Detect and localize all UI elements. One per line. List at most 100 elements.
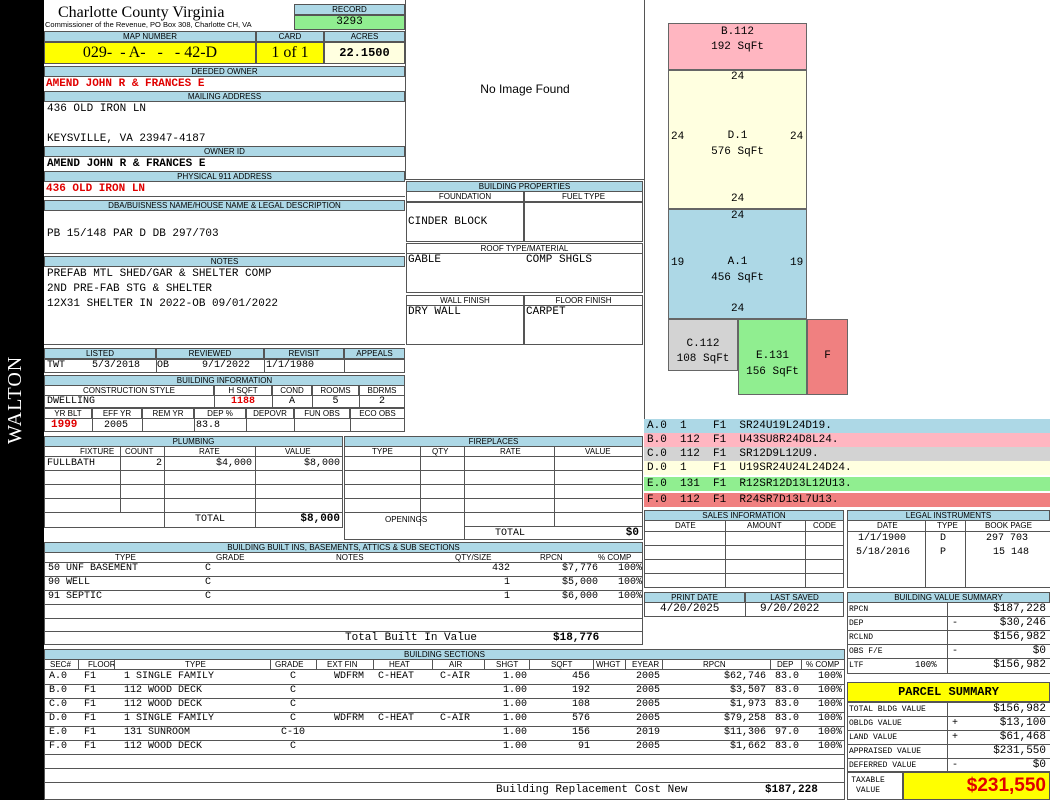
sketch-area-b-id: B.112 — [720, 26, 754, 38]
built-ins-header-grade: GRADE — [216, 553, 245, 562]
value-summary-row-label: DEP — [849, 619, 864, 628]
plumbing-fixture: FULLBATH — [47, 458, 96, 469]
construction-style: DWELLING — [47, 396, 96, 407]
sketch-segment-b: B.0 112 F1 U43SU8R24D8L24. — [644, 433, 1050, 447]
sections-header-floor: FLOOR — [88, 660, 116, 669]
legal-type-2: P — [940, 547, 947, 558]
fireplace-header-value: VALUE — [585, 447, 611, 456]
sketch-dim: 24 — [731, 210, 745, 222]
legal-bookpage-1: 297 703 — [986, 533, 1029, 544]
section-cell: F1 — [84, 741, 97, 752]
sketch-segment-f: F.0 112 F1 R24SR7D13L7U13. — [644, 493, 1050, 507]
acres-label: ACRES — [324, 31, 405, 42]
fuel-type-label: FUEL TYPE — [524, 191, 643, 202]
section-cell: $62,746 — [723, 671, 766, 682]
legal-type-1: D — [940, 533, 947, 544]
section-cell: F1 — [84, 671, 97, 682]
district-sidebar: WALTON — [0, 0, 44, 800]
value-summary-row-extra: 100% — [915, 660, 937, 670]
section-cell: $79,258 — [723, 713, 766, 724]
section-cell: 83.0 — [774, 713, 799, 724]
mailing-address-label: MAILING ADDRESS — [44, 91, 405, 102]
sketch-area-d-sqft: 576 SqFt — [711, 146, 764, 158]
section-cell: C — [289, 713, 296, 724]
section-cell: 576 — [571, 713, 590, 724]
sketch-dim: 24 — [731, 303, 745, 315]
parcel-row-value: $231,550 — [993, 745, 1046, 757]
section-cell: C-10 — [280, 727, 305, 738]
parcel-row-label: LAND VALUE — [849, 733, 898, 742]
section-cell: 91 — [577, 741, 590, 752]
section-cell: A.0 — [49, 671, 68, 682]
section-cell: 100% — [817, 671, 842, 682]
legal-description-label: DBA/BUISNESS NAME/HOUSE NAME & LEGAL DES… — [44, 200, 405, 211]
card-label: CARD — [256, 31, 324, 42]
plumbing-value: $8,000 — [303, 458, 340, 469]
section-cell: 2005 — [635, 685, 660, 696]
physical-address: 436 OLD IRON LN — [46, 183, 146, 195]
bdrms-value: 2 — [378, 396, 385, 407]
plumbing-total-label: TOTAL — [195, 514, 226, 525]
reviewed-by: OB — [157, 360, 170, 371]
section-cell: C — [289, 671, 296, 682]
section-cell: 100% — [817, 727, 842, 738]
plumbing-header-count: COUNT — [125, 447, 154, 456]
sketch-area-e-id: E.131 — [755, 350, 789, 362]
notes-label: NOTES — [44, 256, 405, 267]
notes-line-3: 12X31 SHELTER IN 2022-OB 09/01/2022 — [47, 298, 279, 310]
no-image-text: No Image Found — [480, 82, 570, 96]
section-cell: 108 — [571, 699, 590, 710]
parcel-row-label: DEFERRED VALUE — [849, 761, 917, 770]
sketch-segment-a: A.0 1 F1 SR24U19L24D19. — [644, 419, 1050, 433]
sections-header-sqft: SQFT — [551, 660, 573, 669]
section-cell: 112 WOOD DECK — [124, 741, 203, 752]
section-cell: 2005 — [635, 713, 660, 724]
section-cell: 2005 — [635, 671, 660, 682]
building-sketch: B.112 192 SqFt D.1 576 SqFt 24 24 24 24 … — [644, 0, 1050, 420]
sections-header-type: TYPE — [185, 660, 206, 669]
replacement-cost: $187,228 — [765, 784, 818, 796]
wall-finish: DRY WALL — [408, 306, 461, 318]
sketch-area-c-id: C.112 — [686, 338, 720, 350]
sections-header-comp: % COMP — [806, 660, 840, 669]
print-date: 4/20/2025 — [660, 603, 720, 615]
value-summary-row-sign: - — [952, 618, 959, 629]
office-address: Commissioner of the Revenue, PO Box 308,… — [45, 20, 252, 29]
sections-header-heat: HEAT — [389, 660, 410, 669]
parcel-row-label: TOTAL BLDG VALUE — [849, 705, 926, 714]
built-ins-header-rpcn: RPCN — [540, 553, 563, 562]
parcel-summary-label: PARCEL SUMMARY — [847, 682, 1050, 702]
section-cell: 83.0 — [774, 671, 799, 682]
owner-id: AMEND JOHN R & FRANCES E — [47, 158, 206, 170]
sections-header-sec: SEC# — [50, 660, 71, 669]
section-cell: $1,662 — [729, 741, 766, 752]
sales-header-code: CODE — [813, 521, 837, 530]
sketch-area-d-id: D.1 — [727, 130, 748, 142]
section-cell: D.0 — [49, 713, 68, 724]
value-summary-row-value: $187,228 — [993, 603, 1046, 615]
map-number-label: MAP NUMBER — [44, 31, 256, 42]
notes-line-2: 2ND PRE-FAB STG & SHELTER — [47, 283, 213, 295]
sections-header-extfin: EXT FIN — [327, 660, 358, 669]
plumbing-header-value: VALUE — [285, 447, 311, 456]
map-number: 029- - A- - - 42-D — [44, 42, 256, 64]
legal-description: PB 15/148 PAR D DB 297/703 — [47, 228, 219, 240]
parcel-row-value: $61,468 — [999, 731, 1046, 743]
fireplace-openings-label: OPENINGS — [385, 515, 428, 524]
section-cell: $1,973 — [729, 699, 766, 710]
section-cell: 2005 — [635, 699, 660, 710]
depreciation-pct: 83.8 — [196, 420, 221, 431]
appeals-label: APPEALS — [344, 348, 405, 359]
legal-header-bookpage: BOOK PAGE — [985, 521, 1032, 530]
cond-value: A — [288, 396, 295, 407]
section-cell: WDFRM — [334, 671, 365, 682]
section-cell: E.0 — [49, 727, 68, 738]
hsqft-value: 1188 — [230, 396, 255, 407]
listed-label: LISTED — [44, 348, 156, 359]
listed-by: TWT — [47, 360, 66, 371]
built-in-total: $18,776 — [553, 632, 600, 644]
plumbing-total: $8,000 — [300, 513, 340, 525]
record-label: RECORD — [294, 4, 405, 15]
floor-finish: CARPET — [526, 306, 566, 318]
revisit-date: 1/1/1980 — [266, 360, 315, 371]
